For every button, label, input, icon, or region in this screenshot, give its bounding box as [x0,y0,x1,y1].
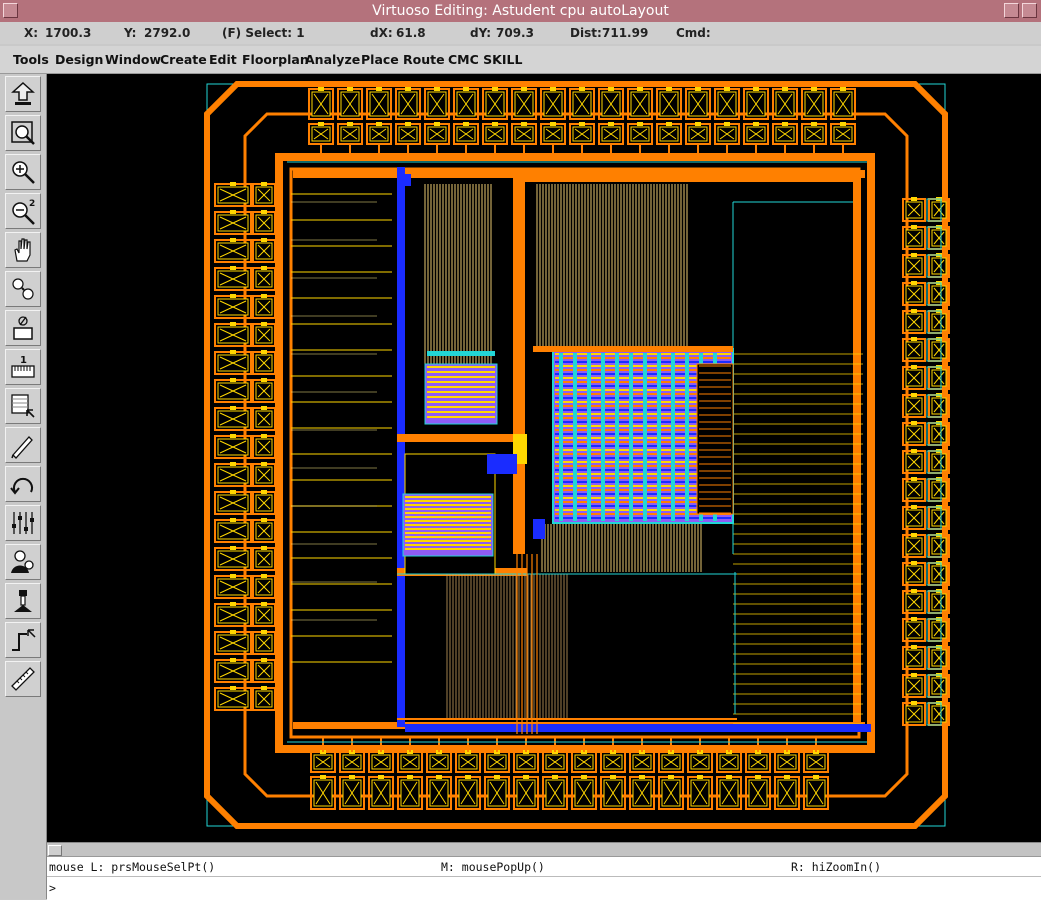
command-input[interactable]: > [47,876,1041,900]
wire-button[interactable] [5,427,41,463]
menu-design[interactable]: Design [55,52,103,67]
mouse-right-binding: R: hiZoomIn() [791,860,882,874]
dy-value: 709.3 [496,26,534,40]
title-bar: Virtuoso Editing: Astudent cpu autoLayou… [0,0,1041,23]
x-label: X: [24,26,39,40]
path-step-icon [12,629,36,651]
mouse-middle-binding: M: mousePopUp() [441,860,545,874]
menu-tools[interactable]: Tools [13,52,49,67]
dy-label: dY: [470,26,492,40]
menu-route[interactable]: Route [403,52,445,67]
probe-icon [14,590,32,612]
wire-pen-icon [11,436,33,459]
dist-value: 711.99 [602,26,649,40]
undo-button[interactable] [5,466,41,502]
zoom-box-button[interactable] [5,271,41,307]
sliders-button[interactable] [5,505,41,541]
mouse-left-binding: mouse L: prsMouseSelPt() [49,860,216,874]
coordinate-status-bar: X: 1700.3 Y: 2792.0 (F) Select: 1 dX: 61… [0,22,1041,44]
layout-canvas[interactable] [47,74,1041,842]
menu-edit[interactable]: Edit [209,52,237,67]
probe-button[interactable] [5,583,41,619]
dist-label: Dist: [570,26,602,40]
select-area-button[interactable] [5,388,41,424]
window-title: Virtuoso Editing: Astudent cpu autoLayou… [372,3,669,19]
zoom-fit-button[interactable] [5,115,41,151]
undo-arc-icon [10,477,33,495]
x-value: 1700.3 [45,26,92,40]
tool-palette: 2 1 [0,74,47,899]
maximize-button[interactable] [1022,3,1037,18]
mouse-bindings-line: mouse L: prsMouseSelPt() M: mousePopUp()… [47,856,1041,877]
mouse-people-icon [11,550,34,573]
save-icon [11,81,35,105]
cmd-label: Cmd: [676,26,711,40]
zoom-box-icon [12,278,34,300]
y-value: 2792.0 [144,26,191,40]
dx-label: dX: [370,26,393,40]
people-button[interactable] [5,544,41,580]
grid-label: 1 [20,355,27,366]
zoom-out-button[interactable]: 2 [5,193,41,229]
y-label: Y: [124,26,137,40]
sliders-icon [12,512,34,534]
zoom-fit-icon [11,121,35,145]
zoom-in-button[interactable] [5,154,41,190]
stretch-icon [13,316,33,340]
select-area-icon [11,394,35,418]
pan-hand-icon [14,238,31,262]
menu-place[interactable]: Place [361,52,399,67]
grid-button[interactable]: 1 [5,349,41,385]
ruler-icon [11,667,35,691]
minimize-button[interactable] [1004,3,1019,18]
save-button[interactable] [5,76,41,112]
command-prompt: > [49,881,56,895]
zoom-out-2-icon: 2 [12,199,35,225]
horizontal-scrollbar[interactable] [47,842,1041,857]
stretch-button[interactable] [5,310,41,346]
menu-window[interactable]: Window [105,52,161,67]
menu-floorplan[interactable]: Floorplan [242,52,309,67]
menu-bar: Tools Design Window Create Edit Floorpla… [0,46,1041,74]
path-button[interactable] [5,622,41,658]
ruler-grid-icon: 1 [11,355,35,378]
routing-layer [214,87,950,810]
menu-create[interactable]: Create [160,52,207,67]
pan-button[interactable] [5,232,41,268]
select-count: (F) Select: 1 [222,26,305,40]
menu-analyze[interactable]: Analyze [305,52,360,67]
chip-layout-drawing [204,81,950,829]
zoom-in-icon [12,161,35,184]
dx-value: 61.8 [396,26,426,40]
menu-cmc-skill[interactable]: CMC SKILL [448,52,522,67]
ruler-button[interactable] [5,661,41,697]
scroll-thumb[interactable] [48,845,62,856]
zoom-factor-label: 2 [29,199,35,209]
